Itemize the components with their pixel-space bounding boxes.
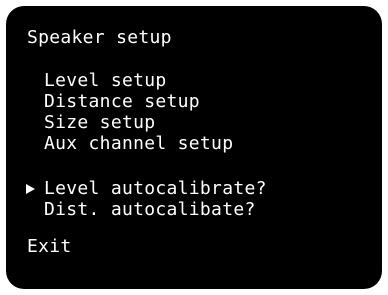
exit-button[interactable]: Exit <box>27 236 72 257</box>
menu-item-distance-setup[interactable]: Distance setup <box>44 91 200 112</box>
menu-title: Speaker setup <box>27 27 172 48</box>
menu-item-level-setup[interactable]: Level setup <box>44 70 167 91</box>
selection-cursor-icon <box>26 184 35 194</box>
menu-item-level-autocalibrate[interactable]: Level autocalibrate? <box>44 178 267 199</box>
menu-item-size-setup[interactable]: Size setup <box>44 112 155 133</box>
menu-item-aux-channel-setup[interactable]: Aux channel setup <box>44 133 233 154</box>
menu-item-dist-autocalibrate[interactable]: Dist. autocalibate? <box>44 199 256 220</box>
osd-screen: Speaker setup Level setup Distance setup… <box>6 6 382 289</box>
